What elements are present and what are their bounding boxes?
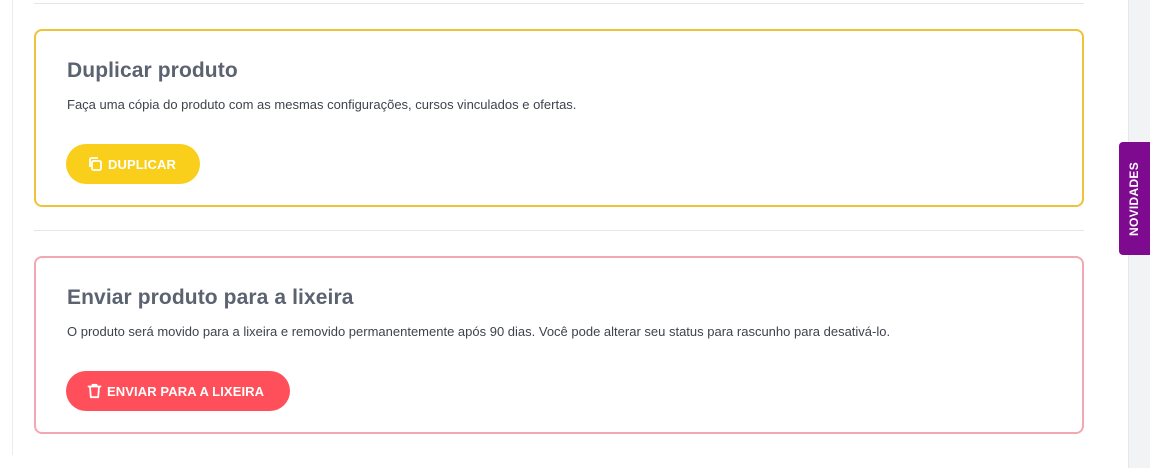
section-divider-middle	[34, 230, 1084, 231]
novidades-tab[interactable]: NOVIDADES	[1119, 142, 1150, 255]
duplicate-button[interactable]: DUPLICAR	[66, 144, 200, 184]
duplicate-product-description: Faça uma cópia do produto com as mesmas …	[67, 97, 577, 112]
duplicate-button-label: DUPLICAR	[108, 156, 176, 172]
novidades-tab-label: NOVIDADES	[1127, 161, 1142, 236]
trash-product-description: O produto será movido para a lixeira e r…	[67, 324, 891, 339]
trash-product-card: Enviar produto para a lixeira O produto …	[34, 256, 1084, 434]
trash-icon	[87, 383, 102, 399]
duplicate-product-card: Duplicar produto Faça uma cópia do produ…	[34, 29, 1084, 207]
duplicate-product-title: Duplicar produto	[67, 59, 238, 82]
copy-icon	[89, 157, 102, 171]
trash-product-title: Enviar produto para a lixeira	[67, 286, 354, 309]
content-left-border	[12, 0, 13, 455]
send-to-trash-button[interactable]: ENVIAR PARA A LIXEIRA	[66, 371, 290, 411]
product-settings-page: Duplicar produto Faça uma cópia do produ…	[0, 0, 1150, 468]
section-divider-top	[34, 3, 1084, 4]
send-to-trash-button-label: ENVIAR PARA A LIXEIRA	[107, 383, 265, 399]
